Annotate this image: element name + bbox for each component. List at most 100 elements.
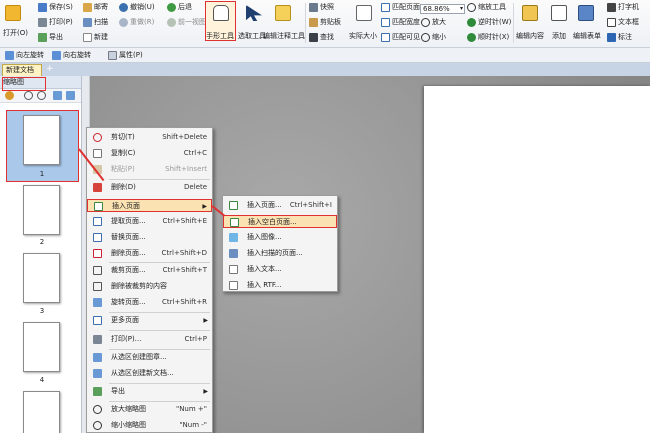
rotate-page-right-icon[interactable] xyxy=(66,91,75,100)
select-tool-button[interactable]: 选取工具 xyxy=(238,31,266,41)
settings-gear-icon[interactable] xyxy=(5,91,14,100)
scanner-icon xyxy=(83,18,92,27)
add-button[interactable]: 添加 xyxy=(552,31,566,41)
menu-item-rotate-pages[interactable]: 旋转页面... Ctrl+Shift+R xyxy=(87,296,212,309)
save-button[interactable]: 保存(S) xyxy=(38,3,73,12)
edit-content-icon[interactable] xyxy=(522,5,538,21)
submenu-item-insert-scanned-page[interactable]: 插入扫描的页面... xyxy=(223,247,337,260)
actual-size-icon[interactable] xyxy=(356,5,372,21)
menu-separator xyxy=(109,330,210,331)
rotate-page-icon xyxy=(93,298,102,307)
zoom-level-select[interactable]: 68.86% xyxy=(420,4,465,14)
typewriter-button[interactable]: 打字机 xyxy=(607,3,639,12)
save-icon xyxy=(38,3,47,12)
document-page[interactable] xyxy=(424,86,650,433)
export-icon xyxy=(93,387,102,396)
typewriter-icon xyxy=(607,3,616,12)
menu-item-more-pages[interactable]: 更多页面 ▶ xyxy=(87,314,212,327)
submenu-item-insert-blank-page[interactable]: 插入空白页面... xyxy=(223,215,337,228)
menu-item-extract-pages[interactable]: 提取页面... Ctrl+Shift+E xyxy=(87,215,212,228)
scan-button[interactable]: 扫描 xyxy=(83,18,108,27)
menu-item-enlarge-thumbnails[interactable]: 放大缩略图 "Num +" xyxy=(87,403,212,416)
fit-page-button[interactable]: 匹配页面 xyxy=(381,3,420,12)
zoom-in-button[interactable]: 放大 xyxy=(421,18,446,27)
open-button[interactable]: 打开(O) xyxy=(3,28,28,38)
more-pages-icon xyxy=(93,316,102,325)
page-thumbnail[interactable] xyxy=(23,253,60,303)
edit-form-icon[interactable] xyxy=(578,5,594,21)
rotate-left-button[interactable]: 向左旋转 xyxy=(5,51,44,60)
document-tab[interactable]: 新建文档 xyxy=(2,64,42,76)
submenu-item-insert-pages[interactable]: 插入页面... Ctrl+Shift+I xyxy=(223,199,337,212)
delete-page-icon xyxy=(93,249,102,258)
menu-item-create-stamp[interactable]: 从选区创建图章... xyxy=(87,351,212,364)
page-thumbnail[interactable] xyxy=(23,322,60,372)
edit-annotation-icon[interactable] xyxy=(275,5,291,21)
new-button[interactable]: 新建 xyxy=(83,33,108,42)
submenu-item-insert-rtf[interactable]: 插入 RTF... xyxy=(223,279,337,292)
fit-visible-button[interactable]: 匹配可见 xyxy=(381,33,420,42)
menu-item-create-document[interactable]: 从选区创建新文档... xyxy=(87,367,212,380)
folder-open-icon[interactable] xyxy=(5,5,21,21)
rotate-cw-button[interactable]: 顺时针(X) xyxy=(467,33,509,42)
menu-item-export[interactable]: 导出 ▶ xyxy=(87,385,212,398)
edit-annotation-tool-button[interactable]: 编辑注释工具 xyxy=(263,31,305,41)
menu-item-paste[interactable]: 粘贴(P) Shift+Insert xyxy=(87,163,212,176)
menu-item-crop-pages[interactable]: 裁剪页面... Ctrl+Shift+T xyxy=(87,264,212,277)
export-button[interactable]: 导出 xyxy=(38,33,63,42)
camera-icon xyxy=(309,3,318,12)
menu-item-delete-pages[interactable]: 删除页面... Ctrl+Shift+D xyxy=(87,247,212,260)
page-thumbnail[interactable] xyxy=(23,185,60,235)
zoom-out-button[interactable]: 缩小 xyxy=(421,33,446,42)
hand-tool-button[interactable]: 手形工具 xyxy=(206,31,234,41)
edit-form-button[interactable]: 编辑表单 xyxy=(573,31,601,41)
menu-item-insert-page[interactable]: 插入页面 ▶ xyxy=(87,199,212,212)
fit-width-button[interactable]: 匹配宽度 xyxy=(381,18,420,27)
menu-item-shrink-thumbnails[interactable]: 缩小缩略图 "Num -" xyxy=(87,419,212,432)
menu-item-print[interactable]: 打印(P)... Ctrl+P xyxy=(87,333,212,346)
rotate-ccw-button[interactable]: 逆时针(W) xyxy=(467,18,511,27)
find-button[interactable]: 查找 xyxy=(309,33,334,42)
add-icon[interactable] xyxy=(551,5,567,21)
menu-item-copy[interactable]: 复制(C) Ctrl+C xyxy=(87,147,212,160)
page-thumbnail[interactable] xyxy=(23,115,60,165)
print-button[interactable]: 打印(P) xyxy=(38,18,73,27)
rotate-right-button[interactable]: 向右旋转 xyxy=(52,51,91,60)
blank-page-icon xyxy=(230,218,239,227)
menu-item-remove-cropped[interactable]: 删除被裁剪的内容 xyxy=(87,280,212,293)
mail-icon xyxy=(83,3,92,12)
forward-view-button[interactable]: 前一视图 xyxy=(167,18,206,27)
zoom-tool-button[interactable]: 缩放工具 xyxy=(467,3,506,12)
edit-content-button[interactable]: 编辑内容 xyxy=(516,31,544,41)
page-number: 1 xyxy=(39,170,45,178)
menu-item-replace-pages[interactable]: 替换页面... xyxy=(87,231,212,244)
zoom-in-thumbnail-icon[interactable] xyxy=(24,91,33,100)
actual-size-button[interactable]: 实际大小 xyxy=(349,31,377,41)
hand-icon[interactable] xyxy=(213,5,229,21)
menu-item-cut[interactable]: 剪切(T) Shift+Delete xyxy=(87,131,212,144)
snapshot-button[interactable]: 快照 xyxy=(309,3,334,12)
undo-button[interactable]: 撤销(U) xyxy=(119,3,155,12)
back-button[interactable]: 后退 xyxy=(167,3,192,12)
rotate-left-icon xyxy=(5,51,14,60)
copy-icon xyxy=(93,149,102,158)
select-arrow-icon[interactable] xyxy=(246,5,262,21)
stamp-icon xyxy=(93,353,102,362)
submenu-item-insert-text[interactable]: 插入文本... xyxy=(223,263,337,276)
rotate-cw-icon xyxy=(467,33,476,42)
mark-button[interactable]: 标注 xyxy=(607,33,632,42)
scissors-icon xyxy=(93,133,102,142)
submenu-item-insert-image[interactable]: 插入图像... xyxy=(223,231,337,244)
menu-separator xyxy=(109,179,210,180)
menu-item-delete[interactable]: 删除(D) Delete xyxy=(87,181,212,194)
zoom-out-thumbnail-icon[interactable] xyxy=(37,91,46,100)
clipboard-button[interactable]: 剪贴板 xyxy=(309,18,341,27)
rotate-page-icon[interactable] xyxy=(53,91,62,100)
textbox-button[interactable]: 文本框 xyxy=(607,18,639,27)
page-thumbnail[interactable] xyxy=(23,391,60,433)
new-tab-button[interactable]: + xyxy=(46,65,54,74)
properties-button[interactable]: 属性(P) xyxy=(108,51,143,60)
insert-page-icon xyxy=(94,202,103,211)
redo-button[interactable]: 重做(R) xyxy=(119,18,154,27)
mail-button[interactable]: 邮寄 xyxy=(83,3,108,12)
